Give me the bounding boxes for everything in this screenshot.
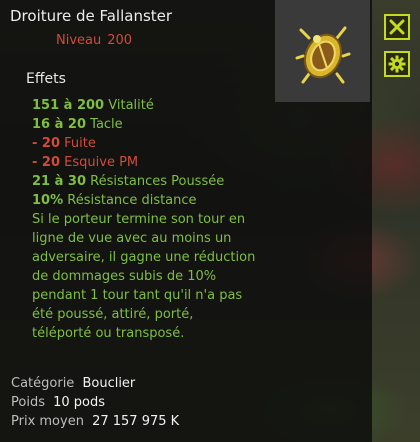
item-name: Droiture de Fallanster [10, 7, 173, 25]
close-icon [389, 19, 405, 35]
gear-icon [388, 55, 406, 73]
item-level: Niveau 200 [56, 33, 132, 48]
effect-line: 21 à 30 Résistances Poussée [32, 174, 225, 189]
effects-heading: Effets [26, 71, 66, 87]
effects-list: 151 à 200 Vitalité 16 à 20 Tacle - 20 Fu… [32, 96, 317, 343]
item-image [275, 0, 370, 102]
effect-line: 10% Résistance distance [32, 193, 197, 208]
price-row: Prix moyen 27 157 975 K [11, 414, 180, 429]
effect-description: Si le porteur termine son tour en ligne … [32, 212, 256, 341]
category-row: Catégorie Bouclier [11, 376, 136, 391]
effect-line: 16 à 20 Tacle [32, 117, 123, 132]
level-value: 200 [107, 33, 133, 48]
effect-line: - 20 Esquive PM [32, 155, 139, 170]
effect-line: 151 à 200 Vitalité [32, 98, 154, 113]
level-label: Niveau [56, 33, 102, 48]
item-meta: Catégorie Bouclier Poids 10 pods Prix mo… [11, 374, 179, 431]
close-button[interactable] [384, 14, 410, 40]
weight-row: Poids 10 pods [11, 395, 106, 410]
settings-button[interactable] [384, 51, 410, 77]
effect-line: - 20 Fuite [32, 136, 96, 151]
shield-scarab-icon [295, 26, 351, 84]
item-tooltip-panel: Droiture de Fallanster Niveau 200 Effets … [0, 0, 372, 442]
